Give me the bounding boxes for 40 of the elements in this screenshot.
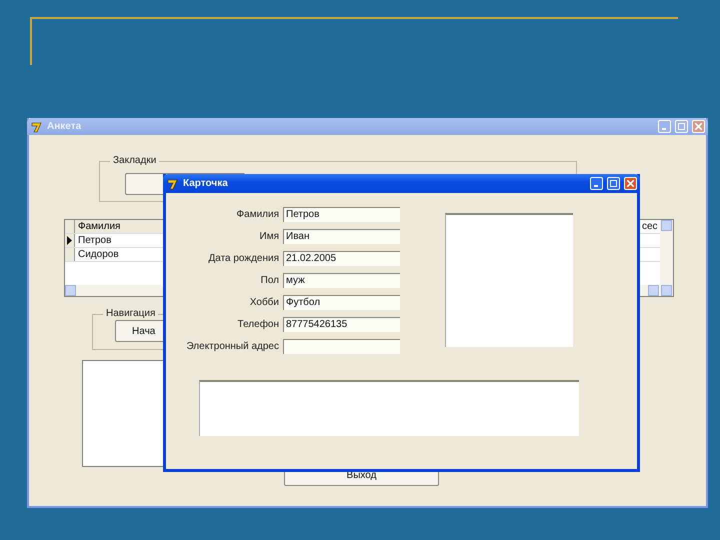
input-field[interactable]: Футбол <box>283 295 400 310</box>
field-label: Фамилия <box>236 208 279 222</box>
input-field[interactable]: 87775426135 <box>283 317 400 332</box>
row-pointer-icon <box>67 236 72 245</box>
field-label: Электронный адрес <box>185 340 279 354</box>
maximize-button[interactable] <box>607 177 620 190</box>
close-button[interactable] <box>692 120 705 133</box>
field-label: Имя <box>258 230 279 244</box>
scroll-right-button[interactable] <box>648 285 659 296</box>
close-icon <box>627 180 634 187</box>
input-field[interactable]: Иван <box>283 229 400 244</box>
maximize-icon <box>678 123 685 130</box>
app-icon <box>31 120 43 132</box>
close-button[interactable] <box>624 177 637 190</box>
scroll-down-button[interactable] <box>661 285 672 296</box>
table-cell-text: Петров <box>77 234 112 247</box>
window-title: Анкета <box>47 121 82 132</box>
scroll-left-button[interactable] <box>65 285 76 296</box>
app-icon <box>167 178 179 190</box>
input-field[interactable] <box>283 339 400 354</box>
input-field[interactable]: Петров <box>283 207 400 222</box>
scroll-up-button[interactable] <box>661 220 672 231</box>
column-header[interactable]: сес <box>639 220 658 233</box>
field-label: Пол <box>260 274 279 288</box>
field-label: Дата рождения <box>207 252 279 266</box>
group-title: Закладки <box>110 155 160 166</box>
field-label: Телефон <box>236 318 279 332</box>
field-label: Хобби <box>248 296 279 310</box>
maximize-icon <box>610 180 617 187</box>
input-field[interactable]: муж <box>283 273 400 288</box>
minimize-button[interactable] <box>658 120 671 133</box>
window-title: Карточка <box>183 178 229 189</box>
table-cell-text: Сидоров <box>77 248 119 261</box>
close-icon <box>695 123 702 130</box>
minimize-button[interactable] <box>590 177 603 190</box>
maximize-button[interactable] <box>675 120 688 133</box>
input-field[interactable]: 21.02.2005 <box>283 251 400 266</box>
memo-field[interactable] <box>199 380 579 436</box>
group-title: Навигация <box>103 308 158 319</box>
row-indicator[interactable] <box>65 234 75 247</box>
